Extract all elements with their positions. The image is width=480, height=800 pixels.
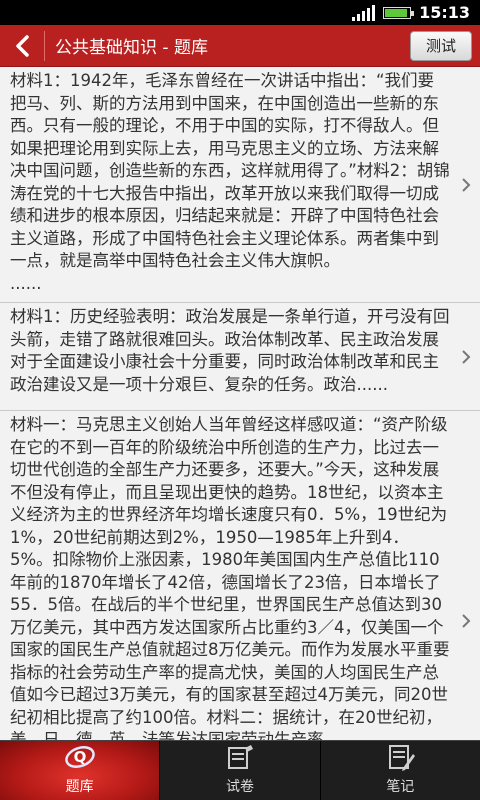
tab-notes[interactable]: 笔记	[319, 741, 480, 800]
test-button[interactable]: 测试	[410, 30, 472, 61]
list-item[interactable]: 材料1：历史经验表明：政治发展是一条单行道，开弓没有回头箭，走错了路就很难回头。…	[0, 303, 480, 411]
list-item[interactable]: 材料一：马克思主义创始人当年曾经这样感叹道：“资产阶级在它的不到一百年的阶级统治…	[0, 411, 480, 740]
tab-question-bank[interactable]: Q 题库	[0, 741, 160, 800]
svg-text:Q: Q	[73, 748, 86, 766]
page-title: 公共基础知识 - 题库	[55, 38, 208, 58]
app-header: 公共基础知识 - 题库 测试	[0, 25, 480, 67]
tab-exam-paper[interactable]: 试卷	[159, 741, 319, 800]
tab-label: 试卷	[225, 779, 254, 795]
back-button[interactable]	[0, 25, 44, 67]
item-text: 材料1：1942年，毛泽东曾经在一次讲话中指出：“我们要把马、列、斯的方法用到中…	[10, 71, 450, 293]
list-item[interactable]: 材料1：1942年，毛泽东曾经在一次讲话中指出：“我们要把马、列、斯的方法用到中…	[0, 67, 480, 303]
chevron-right-icon	[460, 612, 472, 630]
status-icons: 15:13	[352, 3, 470, 22]
signal-icon	[352, 4, 376, 21]
question-list: 材料1：1942年，毛泽东曾经在一次讲话中指出：“我们要把马、列、斯的方法用到中…	[0, 67, 480, 740]
battery-icon	[383, 6, 415, 19]
tab-label: 题库	[65, 779, 94, 795]
bottom-nav: Q 题库 试卷 笔记	[0, 740, 480, 800]
question-bank-icon: Q	[64, 746, 95, 768]
status-bar: 15:13	[0, 0, 480, 25]
item-text: 材料一：马克思主义创始人当年曾经这样感叹道：“资产阶级在它的不到一百年的阶级统治…	[10, 415, 450, 740]
back-arrow-icon	[16, 34, 29, 57]
chevron-right-icon	[460, 176, 472, 194]
status-time: 15:13	[419, 3, 470, 22]
exam-paper-icon	[227, 745, 253, 769]
notes-icon	[389, 745, 416, 771]
item-text: 材料1：历史经验表明：政治发展是一条单行道，开弓没有回头箭，走错了路就很难回头。…	[10, 307, 450, 394]
chevron-right-icon	[460, 348, 472, 366]
header-divider	[44, 30, 45, 61]
tab-label: 笔记	[386, 779, 415, 795]
